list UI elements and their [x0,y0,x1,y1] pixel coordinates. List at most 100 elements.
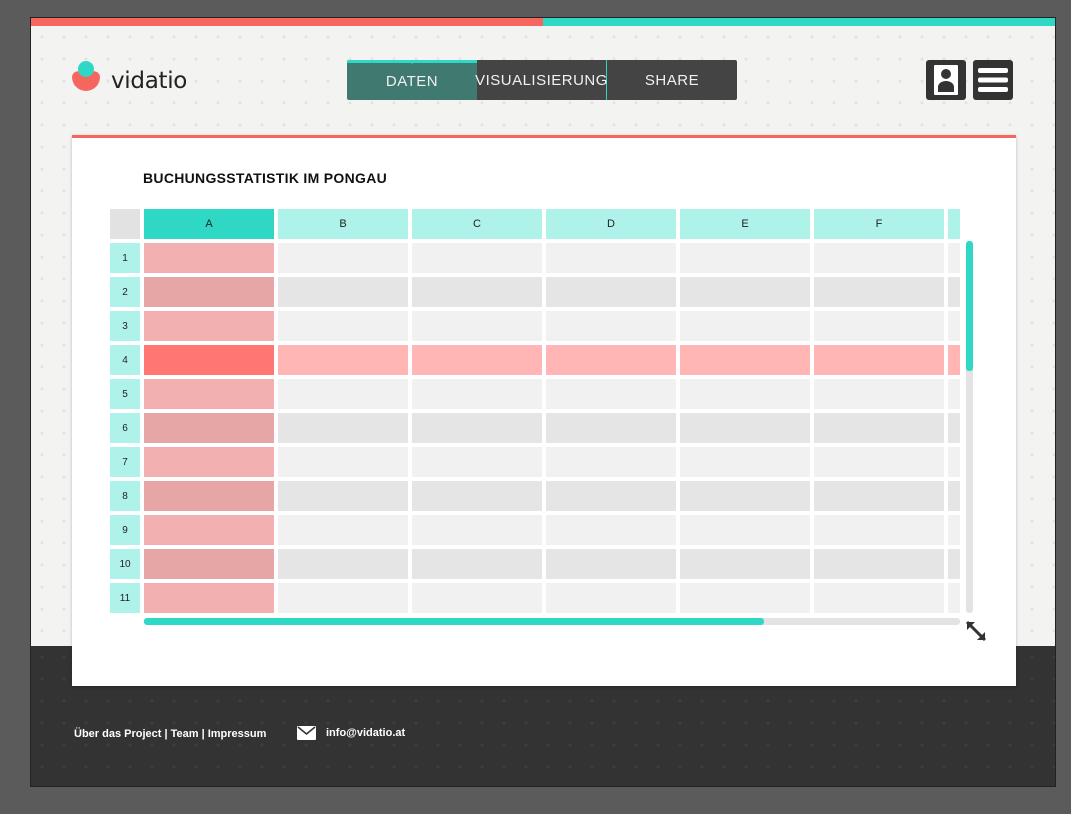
table-cell[interactable] [144,277,274,307]
table-cell[interactable] [814,311,944,341]
row-header[interactable]: 2 [110,277,140,307]
table-cell[interactable] [144,549,274,579]
table-cell[interactable] [412,481,542,511]
table-cell[interactable] [948,243,960,273]
table-cell[interactable] [948,447,960,477]
table-cell[interactable] [144,243,274,273]
table-cell[interactable] [278,345,408,375]
table-cell[interactable] [412,549,542,579]
tab-share[interactable]: SHARE [607,60,737,100]
table-cell[interactable] [814,515,944,545]
logo[interactable]: vidatio [69,60,187,102]
table-cell[interactable] [948,379,960,409]
horizontal-scrollbar-thumb[interactable] [144,618,765,625]
table-cell[interactable] [546,515,676,545]
table-cell[interactable] [144,345,274,375]
table-cell[interactable] [278,549,408,579]
table-cell[interactable] [144,379,274,409]
column-header[interactable]: C [412,209,542,239]
table-cell[interactable] [546,447,676,477]
table-cell[interactable] [680,311,810,341]
table-cell[interactable] [278,481,408,511]
table-cell[interactable] [680,345,810,375]
table-cell[interactable] [278,243,408,273]
table-cell[interactable] [144,481,274,511]
row-header[interactable]: 3 [110,311,140,341]
row-header[interactable]: 10 [110,549,140,579]
table-cell[interactable] [412,243,542,273]
table-cell[interactable] [278,583,408,613]
table-cell[interactable] [948,481,960,511]
table-cell[interactable] [814,549,944,579]
expand-icon[interactable] [964,619,988,643]
table-cell[interactable] [278,447,408,477]
table-cell[interactable] [680,481,810,511]
table-cell[interactable] [814,243,944,273]
table-cell[interactable] [412,311,542,341]
table-cell[interactable] [412,277,542,307]
table-cell[interactable] [278,277,408,307]
table-cell[interactable] [948,345,960,375]
table-cell[interactable] [412,413,542,443]
table-cell[interactable] [814,345,944,375]
table-cell[interactable] [144,447,274,477]
footer-links[interactable]: Über das Project | Team | Impressum [74,728,266,740]
table-cell[interactable] [546,345,676,375]
table-cell[interactable] [412,379,542,409]
row-header[interactable]: 1 [110,243,140,273]
table-cell[interactable] [814,379,944,409]
table-cell[interactable] [680,515,810,545]
table-cell[interactable] [278,515,408,545]
table-cell[interactable] [278,413,408,443]
menu-button[interactable] [973,60,1013,100]
table-cell[interactable] [546,549,676,579]
table-cell[interactable] [278,311,408,341]
column-header[interactable]: B [278,209,408,239]
table-cell[interactable] [948,413,960,443]
table-cell[interactable] [814,447,944,477]
row-header[interactable]: 7 [110,447,140,477]
table-cell[interactable] [680,243,810,273]
column-header[interactable]: E [680,209,810,239]
row-header[interactable]: 5 [110,379,140,409]
table-cell[interactable] [546,481,676,511]
table-cell[interactable] [680,447,810,477]
column-header[interactable]: A [144,209,274,239]
table-cell[interactable] [814,481,944,511]
table-cell[interactable] [144,583,274,613]
table-cell[interactable] [948,515,960,545]
tab-daten[interactable]: DATEN [347,60,477,100]
row-header[interactable]: 6 [110,413,140,443]
table-cell[interactable] [546,379,676,409]
table-cell[interactable] [412,583,542,613]
row-header[interactable]: 4 [110,345,140,375]
row-header[interactable]: 11 [110,583,140,613]
table-cell[interactable] [814,277,944,307]
grid-corner[interactable] [110,209,140,239]
table-cell[interactable] [948,549,960,579]
column-header[interactable] [948,209,960,239]
column-header[interactable]: D [546,209,676,239]
table-cell[interactable] [814,413,944,443]
table-cell[interactable] [412,515,542,545]
column-header[interactable]: F [814,209,944,239]
table-cell[interactable] [680,549,810,579]
table-cell[interactable] [278,379,408,409]
table-cell[interactable] [948,311,960,341]
table-cell[interactable] [144,311,274,341]
tab-visualisierung[interactable]: VISUALISIERUNG [475,60,607,100]
table-cell[interactable] [144,413,274,443]
table-cell[interactable] [546,413,676,443]
vertical-scrollbar-thumb[interactable] [966,241,973,372]
row-header[interactable]: 8 [110,481,140,511]
table-cell[interactable] [412,447,542,477]
table-cell[interactable] [680,413,810,443]
table-cell[interactable] [412,345,542,375]
table-cell[interactable] [680,277,810,307]
user-button[interactable] [926,60,966,100]
table-cell[interactable] [680,583,810,613]
table-cell[interactable] [814,583,944,613]
table-cell[interactable] [680,379,810,409]
footer-email[interactable]: info@vidatio.at [297,726,405,740]
table-cell[interactable] [948,583,960,613]
